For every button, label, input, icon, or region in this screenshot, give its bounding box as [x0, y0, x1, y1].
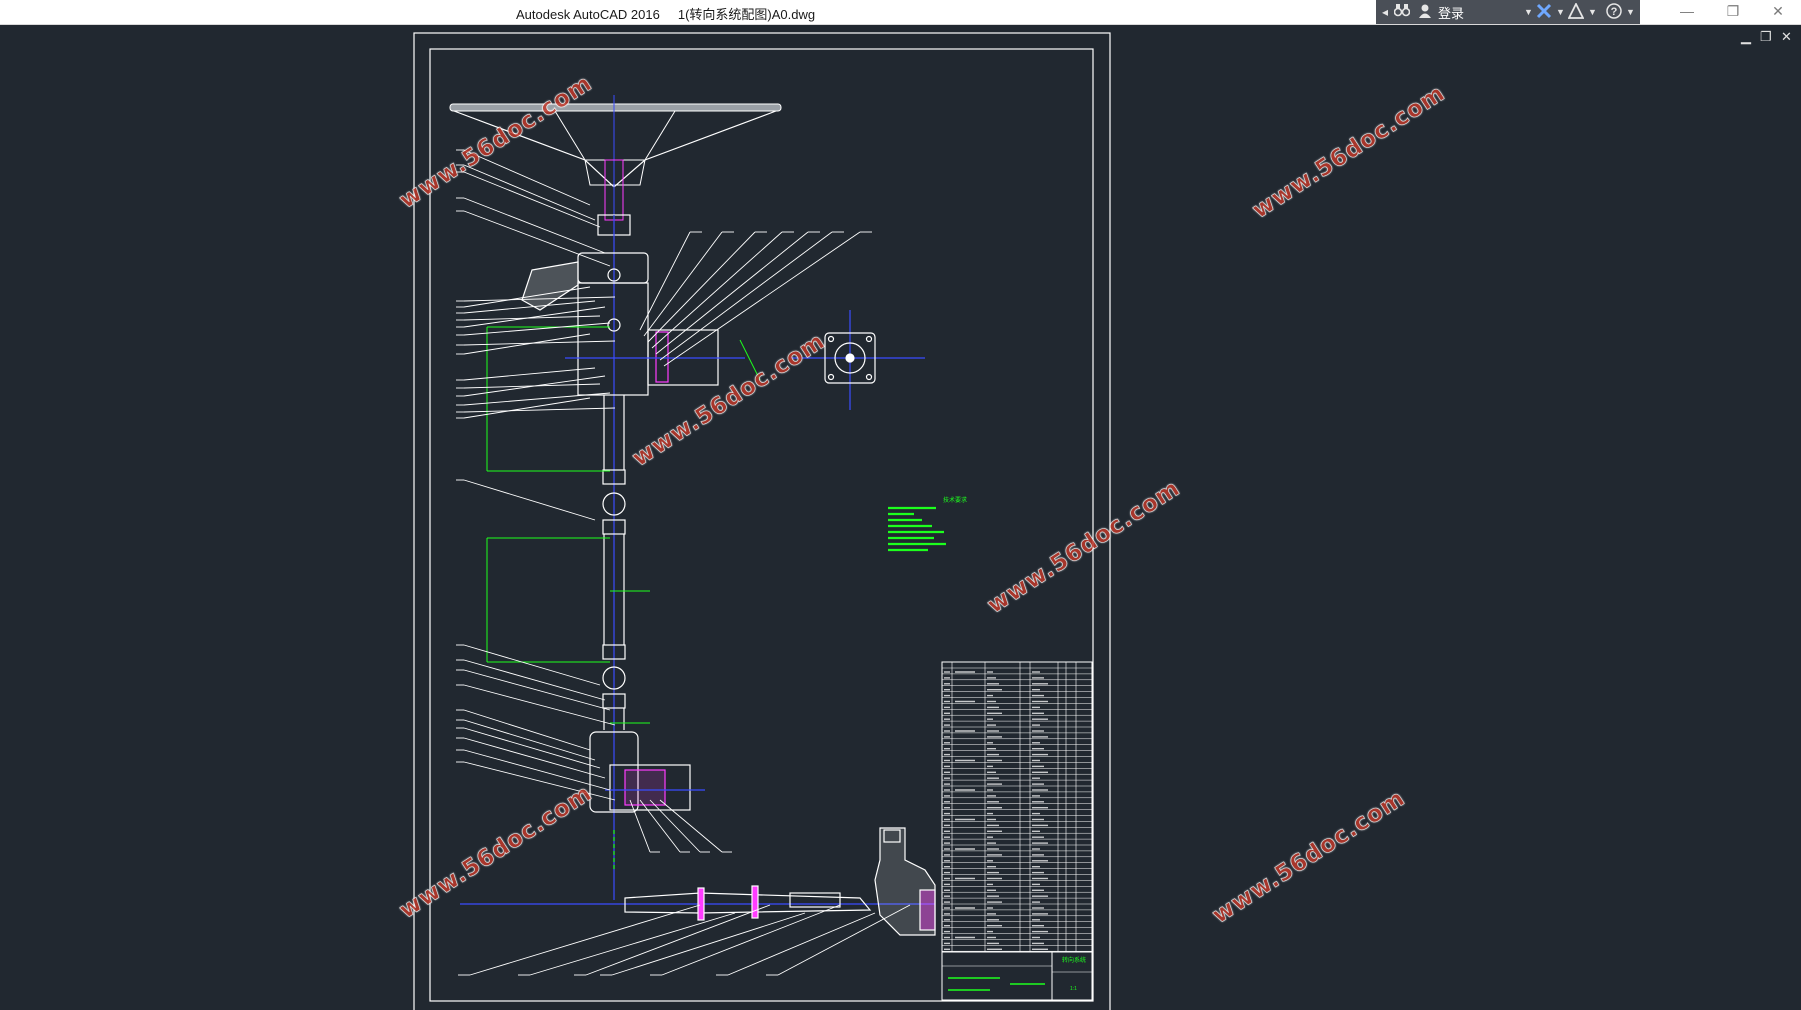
steering-wheel: [449, 95, 782, 240]
leader-line: [463, 197, 606, 254]
autodesk-a360-icon[interactable]: [1567, 1, 1585, 24]
leader-line: [629, 799, 651, 853]
user-icon[interactable]: [1418, 3, 1432, 24]
leader-line: [659, 799, 723, 853]
binoculars-icon[interactable]: [1393, 3, 1411, 22]
leader-line: [649, 799, 701, 853]
leader-line: [611, 912, 806, 976]
leader-line: [463, 210, 611, 267]
parts-list-table: [941, 661, 1093, 953]
leader-line: [639, 799, 681, 853]
leader-line: [727, 912, 876, 976]
tech-requirements-title: 技术要求: [943, 496, 967, 504]
dropdown-arrow-icon[interactable]: ▼: [1588, 3, 1597, 21]
title-bar: Autodesk AutoCAD 2016 1(转向系统配图)A0.dwg ◂ …: [0, 0, 1801, 25]
title-block-scale: 1:1: [1070, 986, 1077, 992]
leader-line: [463, 322, 611, 336]
login-link[interactable]: 登录: [1438, 3, 1464, 22]
title-block: 转向系统 1:1: [941, 951, 1093, 1001]
restore-button[interactable]: ❐: [1710, 0, 1756, 24]
window-title: Autodesk AutoCAD 2016 1(转向系统配图)A0.dwg: [516, 7, 816, 22]
leader-line: [651, 231, 783, 349]
leader-line: [463, 719, 596, 761]
leader-line: [661, 904, 841, 976]
leader-line: [463, 727, 601, 769]
dropdown-arrow-icon[interactable]: ▼: [1626, 3, 1635, 21]
leader-line: [463, 709, 591, 751]
leader-line: [463, 749, 611, 791]
leader-line: [463, 367, 596, 381]
arrow-left-icon[interactable]: ◂: [1382, 3, 1388, 21]
sheet-inner-border: [429, 48, 1094, 1002]
steering-gearbox: [589, 731, 705, 870]
leader-line: [463, 315, 601, 321]
leader-line: [463, 392, 611, 406]
part-leader-lines: [456, 149, 911, 976]
leader-line: [529, 912, 736, 976]
leader-line: [463, 479, 596, 521]
leader-line: [585, 904, 771, 976]
drawing-canvas[interactable]: 技术要求 转向系统 1:1: [0, 24, 1801, 1010]
technical-requirements: 技术要求: [888, 496, 967, 552]
leader-line: [463, 375, 606, 397]
leader-line: [463, 737, 606, 779]
leader-line: [463, 164, 596, 221]
leader-line: [463, 397, 591, 419]
help-icon[interactable]: ?: [1606, 3, 1622, 24]
minimize-button[interactable]: —: [1664, 0, 1710, 24]
exchange-x-icon[interactable]: [1536, 3, 1552, 24]
infocenter-bar: ◂ 登录 ▼ ▼ ▼ ? ▼: [1376, 0, 1640, 24]
title-block-name: 转向系统: [1062, 956, 1086, 964]
sheet-outer-border: [413, 32, 1111, 1010]
dropdown-arrow-icon[interactable]: ▼: [1524, 3, 1533, 21]
leader-line: [463, 333, 591, 355]
dropdown-arrow-icon[interactable]: ▼: [1556, 3, 1565, 21]
svg-text:?: ?: [1611, 6, 1618, 18]
tech-requirement-lines: [888, 506, 946, 552]
leader-line: [663, 231, 861, 367]
leader-line: [469, 904, 701, 976]
leader-line: [655, 231, 809, 355]
leader-line: [463, 306, 606, 328]
close-button[interactable]: ✕: [1755, 0, 1801, 24]
